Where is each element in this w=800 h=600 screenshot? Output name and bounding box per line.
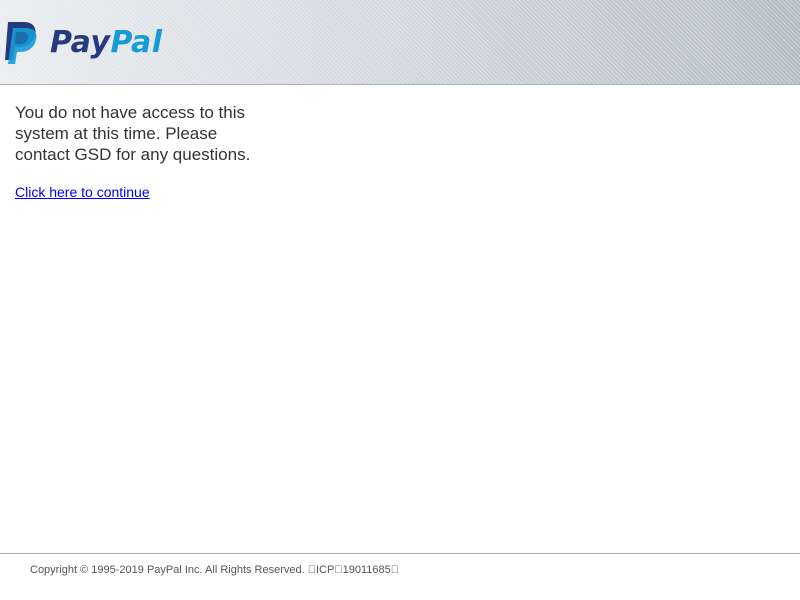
logo-word-pal: Pal	[110, 25, 163, 60]
paypal-logo-icon	[5, 22, 37, 64]
footer-divider	[0, 553, 800, 554]
access-denied-message: You do not have access to this system at…	[15, 103, 251, 164]
page-header: PayPal	[0, 0, 800, 85]
continue-link[interactable]: Click here to continue	[15, 184, 150, 200]
footer-copyright: Copyright © 1995-2019 PayPal Inc. All Ri…	[30, 564, 399, 576]
main-content: You do not have access to this system at…	[15, 102, 255, 202]
paypal-logo: PayPal	[2, 20, 163, 66]
paypal-wordmark: PayPal	[50, 28, 163, 58]
logo-word-pay: Pay	[50, 25, 111, 60]
